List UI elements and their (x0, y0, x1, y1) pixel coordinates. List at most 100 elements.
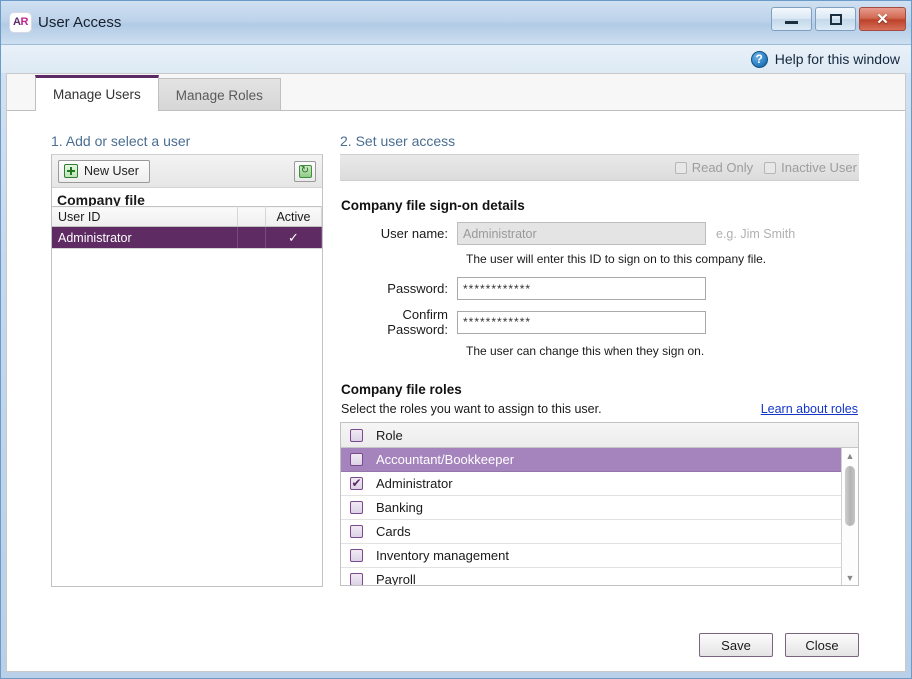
user-table: User ID Active Administrator ✓ (52, 206, 322, 249)
inactive-user-checkbox[interactable] (764, 161, 777, 174)
inactive-user-label: Inactive User (781, 160, 857, 175)
column-header-user-id[interactable]: User ID (52, 206, 238, 227)
minimize-button[interactable] (771, 7, 812, 31)
tab-manage-users-label: Manage Users (53, 87, 141, 102)
username-example-hint: e.g. Jim Smith (716, 226, 796, 241)
step-2-title: 2. Set user access (340, 133, 859, 155)
confirm-password-row: Confirm Password: (340, 307, 859, 337)
recycle-icon (298, 164, 312, 178)
list-item[interactable]: Accountant/Bookkeeper (341, 448, 858, 472)
save-button[interactable]: Save (699, 633, 773, 657)
learn-about-roles-link[interactable]: Learn about roles (761, 402, 858, 416)
cell-active-checkmark: ✓ (265, 226, 322, 249)
column-header-spacer (237, 206, 266, 227)
scroll-up-icon[interactable]: ▲ (842, 448, 858, 463)
select-all-roles-checkbox[interactable] (350, 428, 363, 442)
role-checkbox[interactable] (350, 453, 363, 466)
company-file-roles-section: Company file roles Select the roles you … (340, 382, 859, 586)
roles-heading: Company file roles (341, 382, 462, 397)
close-icon: ✕ (876, 10, 889, 28)
list-item[interactable]: Banking (341, 496, 858, 520)
cell-user-id: Administrator (52, 226, 238, 249)
roles-subtitle: Select the roles you want to assign to t… (341, 402, 602, 416)
app-icon-letter-r: R (20, 16, 29, 28)
password-help-text: The user can change this when they sign … (466, 344, 705, 358)
role-label: Inventory management (376, 548, 509, 563)
user-list-toolbar: New User (52, 155, 322, 188)
table-row[interactable]: Administrator ✓ (52, 226, 322, 249)
help-strip: ? Help for this window (1, 45, 911, 73)
role-checkbox[interactable] (350, 501, 363, 514)
app-icon-letter-a: A (13, 16, 21, 28)
role-checkbox[interactable] (350, 525, 363, 538)
user-table-header-row: User ID Active (52, 206, 322, 227)
roles-subtitle-row: Select the roles you want to assign to t… (341, 402, 858, 416)
roles-header-row: Role (341, 423, 858, 448)
close-button[interactable]: Close (785, 633, 859, 657)
footer-buttons: Save Close (699, 633, 859, 657)
role-checkbox[interactable] (350, 476, 363, 490)
column-header-active[interactable]: Active (265, 206, 322, 227)
minimize-icon (785, 21, 798, 24)
new-user-button-label: New User (84, 164, 139, 178)
user-access-window: AR User Access ✕ ? Help for this window … (0, 0, 912, 679)
roles-column-header-role: Role (376, 427, 403, 443)
list-item[interactable]: Payroll (341, 568, 858, 585)
recycle-user-button[interactable] (294, 160, 316, 182)
help-for-this-window-link[interactable]: ? Help for this window (750, 50, 900, 68)
tab-manage-roles[interactable]: Manage Roles (157, 78, 281, 111)
signon-details-heading: Company file sign-on details (341, 198, 525, 213)
help-link-label: Help for this window (774, 51, 900, 67)
maximize-icon (829, 13, 842, 25)
password-input[interactable] (457, 277, 706, 300)
tab-bar: Manage Users Manage Roles (7, 74, 905, 111)
scrollbar-thumb[interactable] (845, 466, 855, 526)
panels-container: 1. Add or select a user New User Compan (51, 133, 859, 609)
new-user-button[interactable]: New User (58, 159, 150, 183)
password-label: Password: (387, 281, 448, 296)
app-icon: AR (10, 13, 31, 32)
cell-spacer (237, 226, 266, 249)
save-button-label: Save (721, 637, 751, 653)
username-help-text: The user will enter this ID to sign on t… (466, 252, 767, 266)
set-user-access-panel: 2. Set user access Read Only Inactive Us… (340, 133, 859, 609)
role-label: Cards (376, 524, 411, 539)
username-input[interactable] (457, 222, 706, 245)
maximize-button[interactable] (815, 7, 856, 31)
confirm-password-label: Confirm Password: (387, 307, 448, 337)
read-only-label: Read Only (691, 160, 754, 175)
roles-list: Role Accountant/Bookkeeper Administrator (340, 422, 859, 586)
read-only-checkbox[interactable] (674, 161, 687, 174)
role-checkbox[interactable] (350, 573, 363, 585)
body-area: Manage Users Manage Roles 1. Add or sele… (6, 73, 906, 672)
title-bar: AR User Access ✕ (1, 1, 911, 45)
list-item[interactable]: Cards (341, 520, 858, 544)
user-list-box: New User Company file User ID (51, 155, 323, 587)
close-button-label: Close (805, 637, 839, 653)
add-or-select-user-panel: 1. Add or select a user New User Compan (51, 133, 323, 609)
inactive-user-checkbox-group[interactable]: Inactive User (764, 160, 857, 175)
password-row: Password: (340, 277, 859, 300)
plus-icon (64, 164, 78, 178)
company-file-label: Company file (57, 192, 145, 206)
list-item[interactable]: Inventory management (341, 544, 858, 568)
role-label: Administrator (376, 476, 453, 491)
tab-content-panel: 1. Add or select a user New User Compan (7, 110, 905, 671)
step-1-title: 1. Add or select a user (51, 133, 323, 155)
tab-manage-users[interactable]: Manage Users (35, 75, 159, 111)
role-checkbox[interactable] (350, 549, 363, 562)
question-mark-icon: ? (750, 50, 768, 68)
username-row: User name: e.g. Jim Smith (340, 222, 859, 245)
list-item[interactable]: Administrator (341, 472, 858, 496)
close-window-button[interactable]: ✕ (859, 7, 906, 31)
window-title: User Access (38, 14, 122, 31)
read-only-checkbox-group[interactable]: Read Only (674, 160, 754, 175)
scroll-down-icon[interactable]: ▼ (842, 570, 858, 585)
tab-manage-roles-label: Manage Roles (175, 87, 263, 103)
role-label: Banking (376, 500, 423, 515)
role-label: Accountant/Bookkeeper (376, 452, 515, 467)
confirm-password-input[interactable] (457, 310, 706, 334)
roles-scrollbar[interactable]: ▲ ▼ (841, 448, 858, 585)
window-controls: ✕ (771, 7, 906, 31)
username-label: User name: (380, 226, 448, 241)
